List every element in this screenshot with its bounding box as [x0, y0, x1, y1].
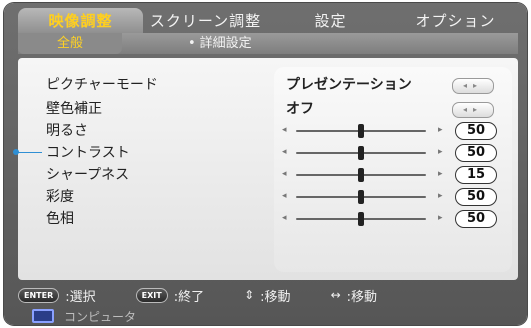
row-label: コントラスト	[46, 145, 130, 161]
leader-line	[13, 149, 42, 155]
input-source-label: コンピュータ	[64, 309, 137, 324]
osd-menu-frame: 映像調整 スクリーン調整 設定 オプション 全般 • 詳細設定 ピクチャーモード …	[4, 3, 527, 325]
enter-key-icon: ENTER	[18, 287, 60, 303]
row-label: 彩度	[46, 189, 74, 205]
slider-thumb[interactable]	[358, 146, 364, 160]
row-label: 明るさ	[46, 123, 88, 139]
computer-icon	[32, 309, 54, 323]
left-arrow-icon[interactable]: ◂	[282, 125, 287, 135]
left-arrow-icon[interactable]: ◂	[282, 147, 287, 157]
tab-options[interactable]: オプション	[393, 8, 518, 34]
row-label: 壁色補正	[46, 101, 102, 117]
value-box: 50	[455, 210, 497, 228]
row-sharpness[interactable]: シャープネス ◂ ▸ 15	[46, 165, 516, 185]
updown-hint-text: :移動	[260, 289, 291, 305]
exit-hint-text: :終了	[173, 289, 205, 305]
bullet: •	[188, 36, 196, 51]
leftright-hint: ↔ :移動	[331, 286, 377, 305]
slider-thumb[interactable]	[358, 190, 364, 204]
row-value: オフ	[286, 101, 314, 117]
contrast-slider[interactable]: ◂ ▸	[282, 143, 452, 163]
row-wall-color[interactable]: 壁色補正 オフ ◂▸	[46, 99, 516, 119]
subtab-general[interactable]: 全般	[18, 33, 122, 54]
right-arrow-icon[interactable]: ▸	[438, 147, 443, 157]
slider-thumb[interactable]	[358, 124, 364, 138]
row-label: シャープネス	[46, 167, 130, 183]
value-box: 50	[455, 188, 497, 206]
row-label: ピクチャーモード	[46, 77, 158, 93]
right-arrow-icon[interactable]: ▸	[438, 213, 443, 223]
right-arrow-icon[interactable]: ▸	[438, 125, 443, 135]
hue-slider[interactable]: ◂ ▸	[282, 209, 452, 229]
tab-screen[interactable]: スクリーン調整	[143, 8, 268, 34]
leftright-hint-text: :移動	[346, 289, 378, 305]
value-box: 50	[455, 122, 497, 140]
row-hue[interactable]: 色相 ◂ ▸ 50	[46, 209, 516, 229]
exit-hint: EXIT :終了	[135, 286, 205, 305]
settings-panel: ピクチャーモード プレゼンテーション ◂▸ 壁色補正 オフ ◂▸ 明るさ ◂ ▸…	[13, 58, 518, 280]
row-value: プレゼンテーション	[286, 77, 412, 93]
main-tabs: 映像調整 スクリーン調整 設定 オプション	[18, 8, 518, 34]
key-guide: ENTER :選択 EXIT :終了 ⇕ :移動 ↔ :移動	[18, 285, 518, 305]
sub-tabs: 全般 • 詳細設定	[18, 33, 518, 54]
left-arrow-icon[interactable]: ◂	[282, 213, 287, 223]
left-arrow-icon[interactable]: ◂	[282, 169, 287, 179]
row-picture-mode[interactable]: ピクチャーモード プレゼンテーション ◂▸	[46, 75, 516, 95]
brightness-slider[interactable]: ◂ ▸	[282, 121, 452, 141]
left-arrow-icon[interactable]: ◂	[282, 191, 287, 201]
right-arrow-icon[interactable]: ▸	[438, 191, 443, 201]
up-down-arrow-icon: ⇕	[244, 288, 255, 302]
right-arrow-icon[interactable]: ▸	[438, 169, 443, 179]
tab-setup[interactable]: 設定	[268, 8, 393, 34]
row-color[interactable]: 彩度 ◂ ▸ 50	[46, 187, 516, 207]
value-box: 15	[455, 166, 497, 184]
row-contrast[interactable]: コントラスト ◂ ▸ 50	[46, 143, 516, 163]
subtab-advanced[interactable]: • 詳細設定	[122, 33, 252, 54]
tab-picture[interactable]: 映像調整	[18, 8, 143, 34]
enter-hint-text: :選択	[65, 289, 96, 305]
row-label: 色相	[46, 211, 74, 227]
subtab-advanced-label: 詳細設定	[199, 36, 252, 51]
color-slider[interactable]: ◂ ▸	[282, 187, 452, 207]
row-brightness[interactable]: 明るさ ◂ ▸ 50	[46, 121, 516, 141]
input-source-bar: コンピュータ	[18, 307, 518, 325]
left-right-arrows-icon[interactable]: ◂▸	[452, 102, 494, 118]
value-box: 50	[455, 144, 497, 162]
left-right-arrow-icon: ↔	[330, 288, 341, 302]
slider-thumb[interactable]	[358, 168, 364, 182]
enter-hint: ENTER :選択	[18, 286, 96, 305]
left-right-arrows-icon[interactable]: ◂▸	[452, 78, 494, 94]
updown-hint: ⇕ :移動	[244, 286, 290, 305]
exit-key-icon: EXIT	[135, 287, 168, 303]
slider-thumb[interactable]	[358, 212, 364, 226]
sharpness-slider[interactable]: ◂ ▸	[282, 165, 452, 185]
